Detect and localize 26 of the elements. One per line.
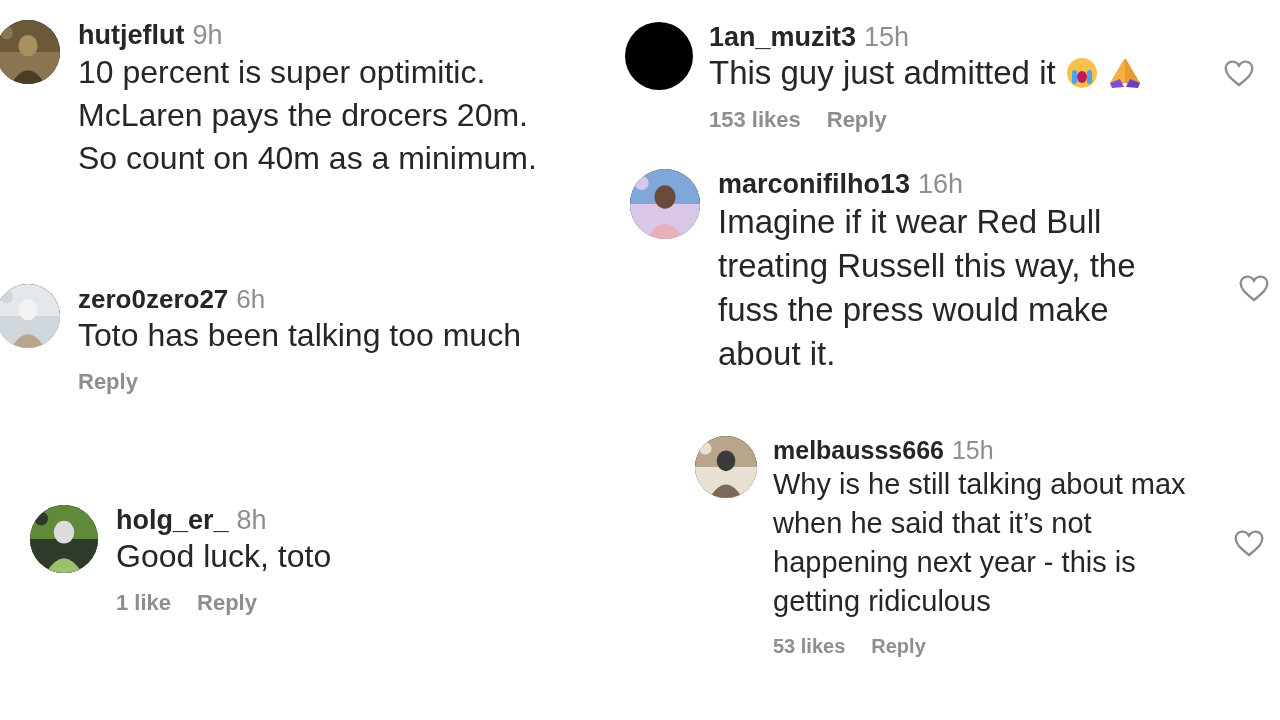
praying-hands-icon bbox=[1107, 57, 1142, 89]
like-count: 53 likes bbox=[773, 635, 846, 658]
comment-text: Why is he still talking about max when he said that it’s not happening next year - this is getting ridiculous bbox=[773, 467, 1187, 619]
username[interactable]: hutjeflut bbox=[78, 20, 185, 51]
comment-time: 16h bbox=[918, 169, 964, 200]
comment-time: 9h bbox=[192, 20, 223, 51]
like-count: 1 like bbox=[116, 590, 172, 616]
comment-text: Imagine if it wear Red Bull treating Russell this way, the fuss the press would make about it. bbox=[718, 202, 1137, 374]
like-button[interactable] bbox=[1223, 58, 1255, 88]
comment-text: Good luck, toto bbox=[116, 537, 332, 576]
crying-face-icon bbox=[1065, 57, 1098, 89]
comment-time: 15h bbox=[864, 22, 910, 53]
comment-time: 8h bbox=[236, 505, 267, 536]
username[interactable]: 1an_muzit3 bbox=[709, 22, 857, 53]
like-button[interactable] bbox=[1238, 273, 1270, 303]
comment-text: 10 percent is super optimitic. McLaren pays the drocers 20m. So count on 40m as a minimum. bbox=[78, 53, 538, 178]
comment-text: This guy just admitted it bbox=[709, 53, 1056, 93]
username[interactable]: melbausss666 bbox=[773, 436, 944, 465]
like-button[interactable] bbox=[1233, 528, 1265, 558]
username[interactable]: marconifilho13 bbox=[718, 169, 911, 200]
comment-time: 6h bbox=[236, 284, 266, 315]
like-count: 153 likes bbox=[709, 107, 801, 133]
username[interactable]: zero0zero27 bbox=[78, 284, 229, 315]
username[interactable]: holg_er_ bbox=[116, 505, 229, 536]
comment-text: Toto has been talking too much bbox=[78, 316, 521, 355]
comment-time: 15h bbox=[951, 436, 994, 465]
